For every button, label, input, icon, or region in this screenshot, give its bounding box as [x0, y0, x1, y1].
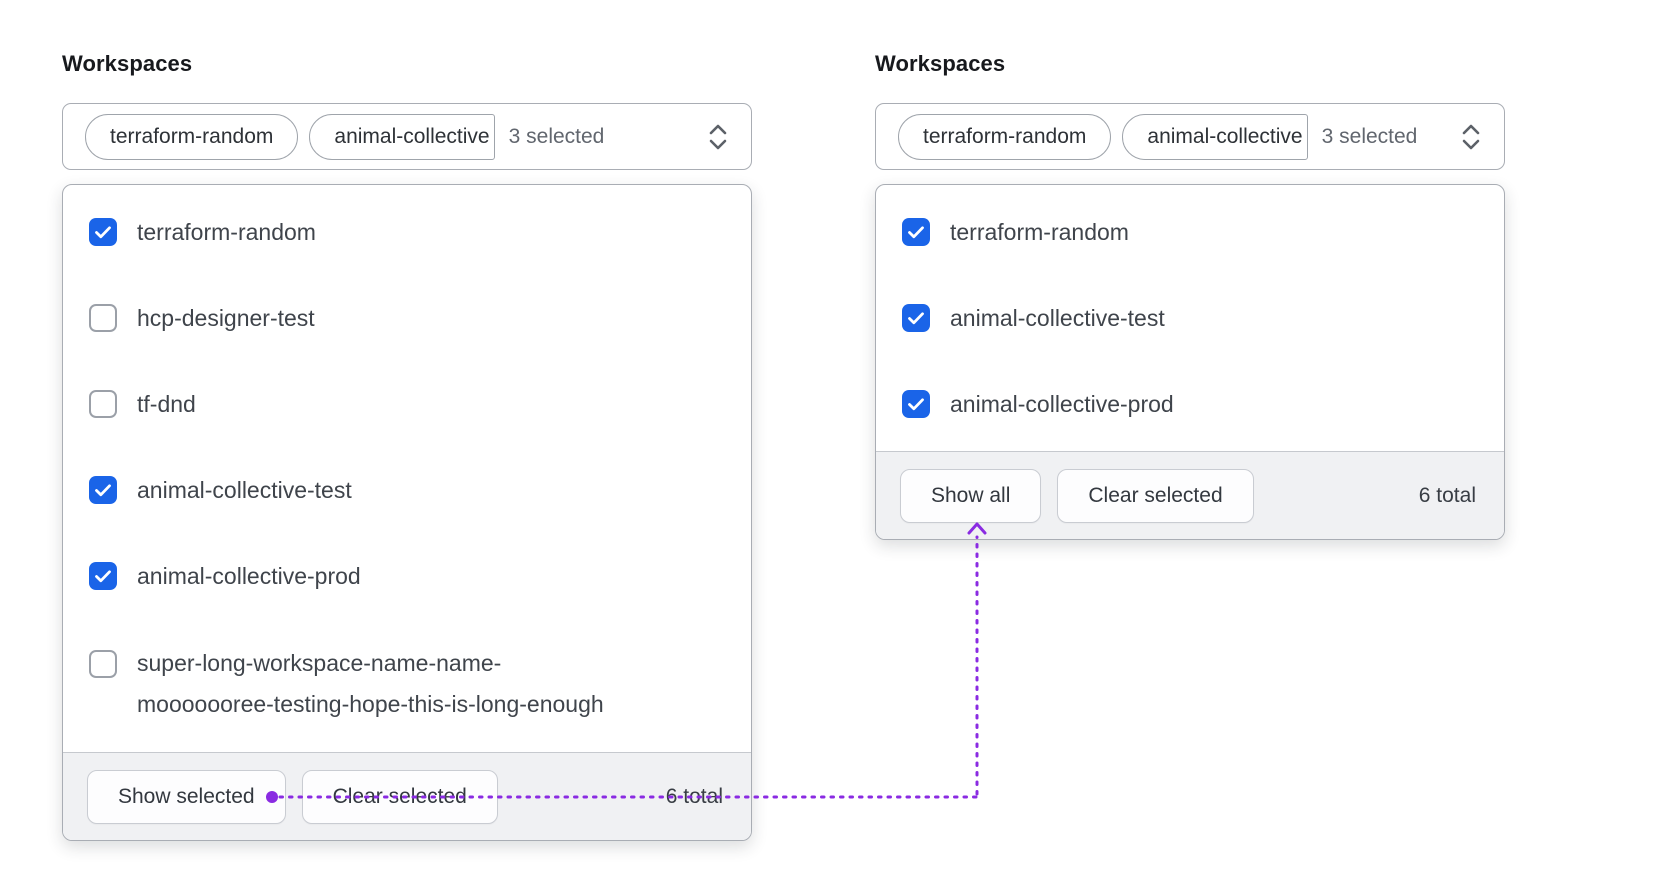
listbox-footer: Show all Clear selected 6 total [876, 451, 1504, 539]
checkbox-checked-icon[interactable] [902, 304, 930, 332]
clear-selected-button[interactable]: Clear selected [301, 769, 498, 824]
option-row[interactable]: tf-dnd [89, 361, 725, 447]
show-selected-button[interactable]: Show selected [87, 769, 286, 824]
workspaces-combobox[interactable]: terraform-random animal-collective 3 sel… [62, 103, 752, 170]
checkbox-unchecked-icon[interactable] [89, 390, 117, 418]
workspaces-listbox: terraform-random animal-collective-test an… [875, 184, 1505, 540]
selection-count: 3 selected [508, 124, 605, 148]
option-row[interactable]: terraform-random [902, 189, 1478, 275]
option-row[interactable]: animal-collective-prod [89, 533, 725, 619]
workspaces-combobox[interactable]: terraform-random animal-collective 3 sel… [875, 103, 1505, 170]
total-count: 6 total [665, 784, 723, 808]
field-label: Workspaces [62, 51, 193, 76]
selected-tag-truncated: animal-collective [1122, 113, 1308, 160]
listbox-footer: Show selected Clear selected 6 total [63, 752, 751, 840]
option-label: terraform-random [137, 218, 316, 245]
selected-tag: terraform-random [85, 113, 299, 160]
option-row[interactable]: super-long-workspace-name-name-moooooore… [89, 619, 725, 752]
options-list: terraform-random hcp-designer-test tf-dnd a… [63, 189, 751, 752]
checkbox-checked-icon[interactable] [89, 476, 117, 504]
checkbox-checked-icon[interactable] [902, 218, 930, 246]
field-label: Workspaces [875, 51, 1006, 76]
option-label: animal-collective-test [137, 476, 352, 503]
option-row[interactable]: animal-collective-test [902, 275, 1478, 361]
option-label: animal-collective-test [950, 304, 1165, 331]
workspaces-multiselect-expanded: Workspaces terraform-random animal-colle… [62, 50, 752, 841]
selected-tag: terraform-random [898, 113, 1112, 160]
workspaces-multiselect-filtered: Workspaces terraform-random animal-colle… [875, 50, 1505, 540]
option-label: tf-dnd [137, 390, 196, 417]
total-count: 6 total [1418, 483, 1476, 507]
option-label: terraform-random [950, 218, 1129, 245]
option-label: super-long-workspace-name-name-moooooore… [137, 650, 604, 717]
clear-selected-button[interactable]: Clear selected [1057, 468, 1254, 523]
option-label: animal-collective-prod [137, 562, 361, 589]
show-all-button[interactable]: Show all [900, 468, 1042, 523]
checkbox-checked-icon[interactable] [89, 562, 117, 590]
option-row[interactable]: terraform-random [89, 189, 725, 275]
chevron-up-down-icon [1458, 122, 1484, 152]
checkbox-checked-icon[interactable] [902, 390, 930, 418]
chevron-up-down-icon [705, 122, 731, 152]
checkbox-checked-icon[interactable] [89, 218, 117, 246]
option-row[interactable]: animal-collective-test [89, 447, 725, 533]
options-list: terraform-random animal-collective-test an… [876, 189, 1504, 451]
workspaces-listbox: terraform-random hcp-designer-test tf-dnd a… [62, 184, 752, 841]
checkbox-unchecked-icon[interactable] [89, 304, 117, 332]
checkbox-unchecked-icon[interactable] [89, 650, 117, 678]
option-label: hcp-designer-test [137, 304, 315, 331]
selection-count: 3 selected [1321, 124, 1418, 148]
selected-tag-truncated: animal-collective [309, 113, 495, 160]
option-row[interactable]: hcp-designer-test [89, 275, 725, 361]
option-label: animal-collective-prod [950, 390, 1174, 417]
option-row[interactable]: animal-collective-prod [902, 361, 1478, 447]
